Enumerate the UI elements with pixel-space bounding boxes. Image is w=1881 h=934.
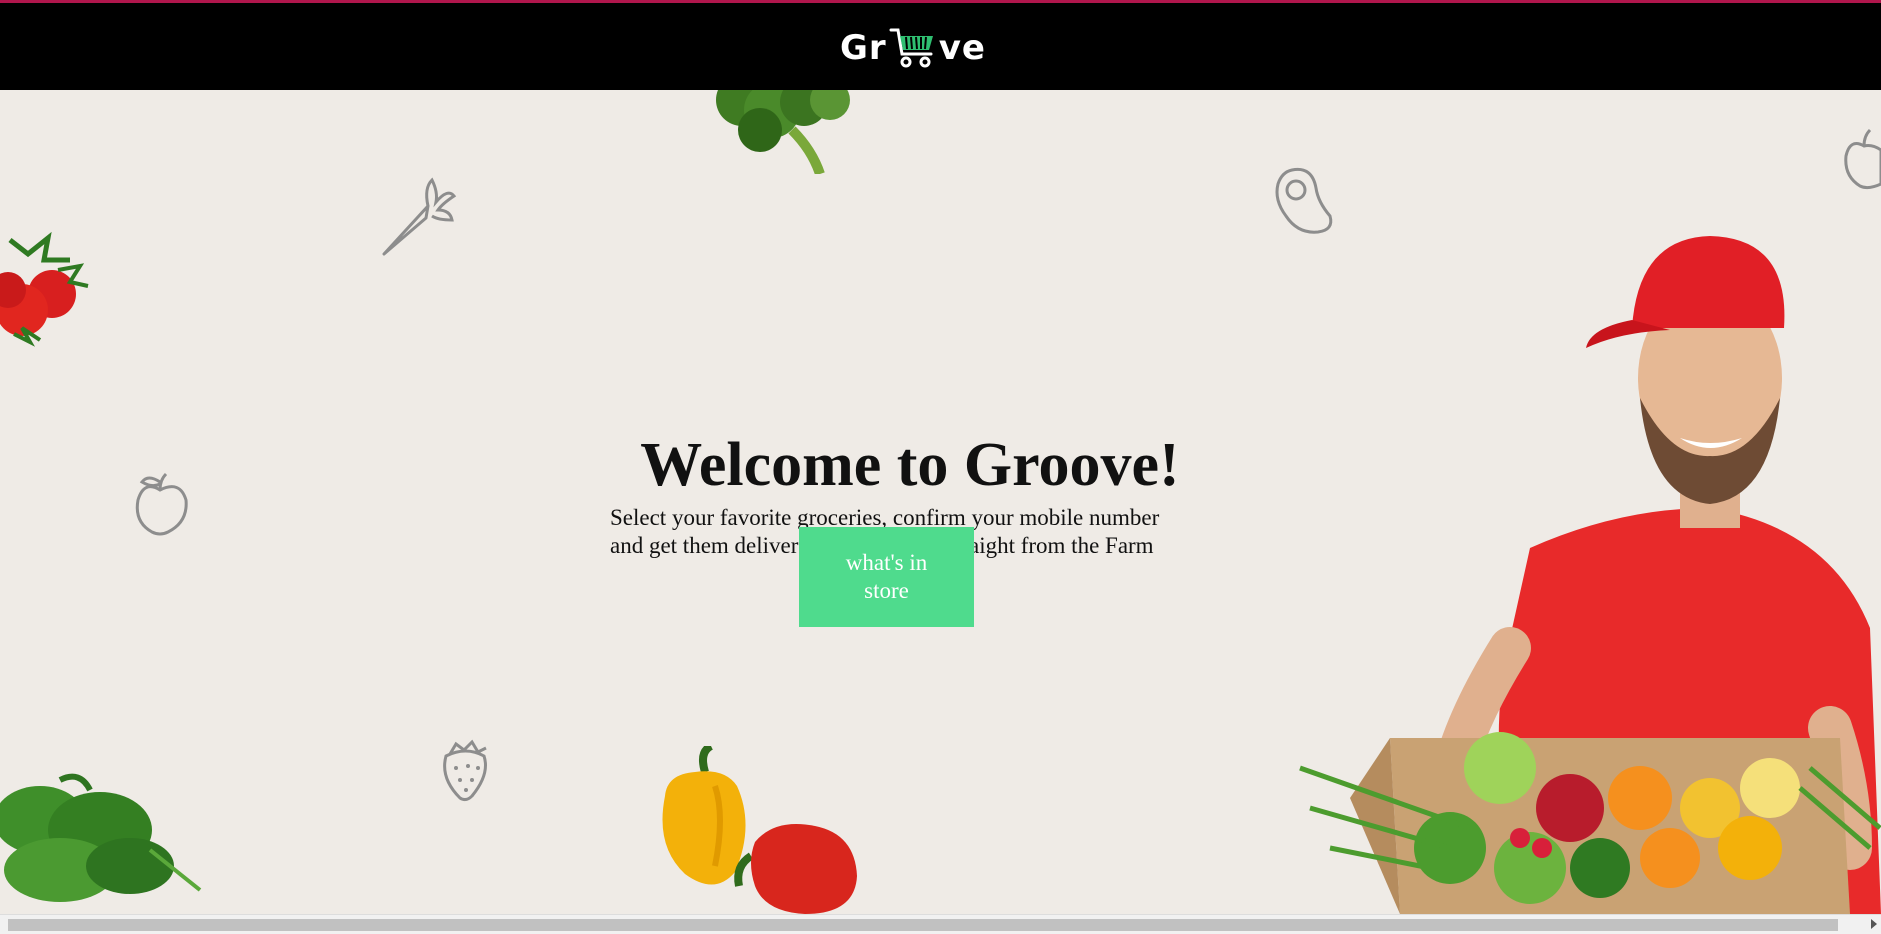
- groove-logo[interactable]: Gr ve: [840, 23, 986, 73]
- hero-title: Welcome to Groove!: [640, 431, 1180, 499]
- whats-in-store-button[interactable]: what's in store: [799, 527, 974, 627]
- apple-icon: [135, 472, 188, 536]
- shopping-cart-icon: [889, 28, 933, 68]
- logo-text-right: ve: [938, 28, 986, 68]
- apple-icon: [1844, 128, 1881, 190]
- strawberry-icon: [443, 739, 487, 802]
- scroll-right-arrow-icon[interactable]: [1871, 919, 1877, 929]
- top-navbar: Gr ve: [0, 0, 1881, 90]
- broccoli-image: [716, 90, 850, 174]
- scrollbar-thumb[interactable]: [8, 919, 1838, 931]
- horizontal-scrollbar[interactable]: [0, 914, 1881, 934]
- hero-section: Welcome to Groove! Select your favorite …: [0, 90, 1881, 914]
- spinach-image: [0, 773, 202, 902]
- bell-peppers-image: [662, 746, 857, 914]
- delivery-man-image: [1299, 236, 1881, 914]
- logo-text-left: Gr: [840, 28, 887, 68]
- tomatoes-image: [0, 231, 89, 347]
- carrot-icon: [382, 177, 457, 256]
